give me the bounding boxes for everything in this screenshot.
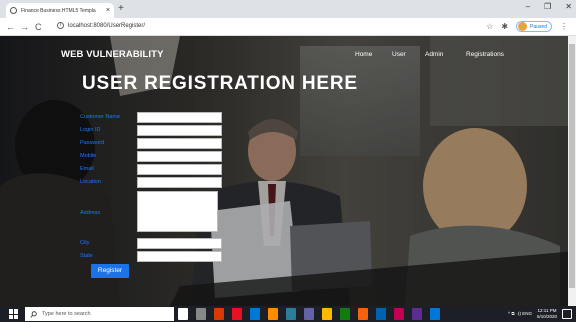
taskbar-app-icon[interactable]: [250, 308, 260, 320]
tray-icons[interactable]: ^ ⧉ ◁) ENG: [508, 311, 532, 316]
browser-tab[interactable]: Finance Business HTML5 Templa ×: [6, 3, 114, 18]
page-title: USER REGISTRATION HERE: [82, 73, 358, 94]
taskbar-app-icon[interactable]: [214, 308, 224, 320]
url-text: localhost:8080/UserRegister/: [68, 22, 146, 29]
site-info-icon[interactable]: i: [57, 22, 64, 29]
clock-date: 6/10/2020: [536, 313, 557, 319]
minimize-button[interactable]: –: [526, 2, 530, 11]
taskbar-search-placeholder: Type here to search: [42, 311, 91, 317]
forward-button[interactable]: →: [20, 21, 29, 33]
state-label: State: [80, 253, 93, 259]
taskbar-clock[interactable]: 12:11 PM 6/10/2020: [537, 308, 557, 319]
system-tray: ^ ⧉ ◁) ENG 12:11 PM 6/10/2020: [508, 308, 572, 319]
login-id-label: Login ID: [80, 127, 101, 133]
extensions-icon[interactable]: ✱: [501, 22, 508, 31]
register-button[interactable]: Register: [91, 264, 129, 278]
taskbar-app-icon[interactable]: [412, 308, 422, 320]
taskbar-app-icon[interactable]: [268, 308, 278, 320]
location-input[interactable]: [137, 177, 222, 188]
taskbar-app-icon[interactable]: [358, 308, 368, 320]
taskbar-app-icon[interactable]: [340, 308, 350, 320]
location-label: Location: [80, 179, 101, 185]
taskbar-app-icon[interactable]: [394, 308, 404, 320]
tab-title: Finance Business HTML5 Templa: [21, 7, 96, 14]
site-brand[interactable]: WEB VULNERABILITY: [61, 49, 164, 60]
nav-admin[interactable]: Admin: [425, 51, 443, 58]
taskbar-search[interactable]: Type here to search: [25, 307, 174, 321]
url-field[interactable]: i localhost:8080/UserRegister/: [57, 22, 145, 29]
password-label: Password: [80, 140, 105, 146]
profile-status: Paused: [530, 23, 547, 30]
customer-name-label: Customer Name: [80, 114, 121, 120]
page-scrollbar[interactable]: [568, 36, 576, 306]
mobile-label: Mobile: [80, 153, 97, 159]
address-label: Address: [80, 210, 101, 216]
bookmark-star-icon[interactable]: ☆: [486, 22, 493, 31]
taskbar-app-icon[interactable]: [322, 308, 332, 320]
browser-tab-strip: Finance Business HTML5 Templa × + – ❐ ✕: [0, 0, 576, 18]
clock-time: 12:11 PM: [537, 308, 557, 313]
close-window-button[interactable]: ✕: [565, 2, 572, 11]
taskbar-app-icon[interactable]: [286, 308, 296, 320]
password-input[interactable]: [137, 138, 222, 149]
maximize-button[interactable]: ❐: [544, 2, 551, 11]
nav-user[interactable]: User: [392, 51, 406, 58]
mobile-input[interactable]: [137, 151, 222, 162]
search-icon: [30, 310, 37, 318]
taskbar-app-icons: [178, 308, 440, 320]
taskbar-app-icon[interactable]: [178, 308, 188, 320]
taskbar: Type here to search ^ ⧉ ◁) ENG 12:11 PM …: [0, 306, 576, 322]
windows-start-icon[interactable]: [9, 309, 19, 319]
taskbar-app-icon[interactable]: [376, 308, 386, 320]
state-input[interactable]: [137, 251, 222, 262]
address-textarea[interactable]: [137, 191, 218, 232]
email-input[interactable]: [137, 164, 222, 175]
browser-toolbar-right: ☆ ✱ Paused ⋮: [486, 21, 568, 32]
city-input[interactable]: [137, 238, 222, 249]
customer-name-input[interactable]: [137, 112, 222, 123]
login-id-input[interactable]: [137, 125, 222, 136]
taskbar-app-icon[interactable]: [430, 308, 440, 320]
nav-home[interactable]: Home: [355, 51, 372, 58]
city-label: City: [80, 240, 90, 246]
avatar: [518, 22, 528, 31]
browser-menu-icon[interactable]: ⋮: [560, 22, 568, 31]
nav-registrations[interactable]: Registrations: [466, 51, 504, 58]
tab-close-icon[interactable]: ×: [106, 7, 110, 14]
address-bar: ← → C i localhost:8080/UserRegister/ ☆ ✱…: [0, 18, 576, 36]
notification-icon[interactable]: [562, 308, 572, 319]
profile-button[interactable]: Paused: [516, 21, 552, 32]
back-button[interactable]: ←: [6, 21, 15, 33]
taskbar-app-icon[interactable]: [304, 308, 314, 320]
taskbar-app-icon[interactable]: [232, 308, 242, 320]
email-label: Email: [80, 166, 94, 172]
window-controls: – ❐ ✕: [526, 2, 572, 11]
scrollbar-thumb[interactable]: [569, 44, 575, 288]
globe-icon: [10, 7, 17, 14]
new-tab-button[interactable]: +: [118, 3, 124, 15]
reload-button[interactable]: C: [35, 21, 42, 33]
taskbar-app-icon[interactable]: [196, 308, 206, 320]
